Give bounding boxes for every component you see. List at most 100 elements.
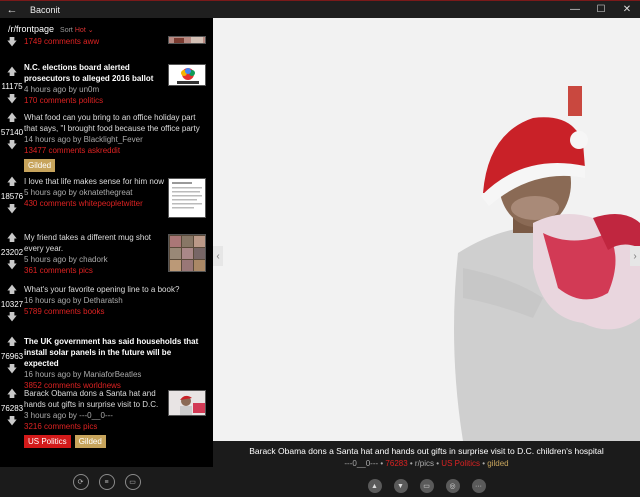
post-title[interactable]: N.C. elections board alerted prosecutors… bbox=[24, 62, 165, 84]
subreddit-title[interactable]: /r/frontpage bbox=[8, 24, 54, 34]
post-comments[interactable]: 5789 comments books bbox=[24, 306, 207, 317]
app-title: Baconit bbox=[30, 4, 61, 15]
post-score: 10327 bbox=[0, 300, 24, 309]
post-comments[interactable]: 361 comments pics bbox=[24, 265, 165, 276]
title-bar: ← Baconit — ☐ ✕ bbox=[0, 0, 640, 18]
viewer-panel: ‹ › Barack Obama dons a Santa hat and ha… bbox=[213, 18, 640, 497]
upvote-icon[interactable]: 🡅 bbox=[7, 338, 17, 348]
list-item[interactable]: 🡅 18576 🡇 I love that life makes sense for … bbox=[0, 172, 213, 228]
viewer-gilded: gilded bbox=[487, 459, 509, 468]
maximize-button[interactable]: ☐ bbox=[588, 1, 614, 18]
more-icon[interactable]: ··· bbox=[471, 479, 486, 493]
post-tags: US Politics Gilded bbox=[24, 435, 165, 448]
prev-image-button[interactable]: ‹ bbox=[213, 246, 223, 266]
vote-column: 🡅 11175 🡇 bbox=[0, 58, 24, 108]
sort-label: Sort bbox=[60, 27, 73, 34]
next-image-button[interactable]: › bbox=[630, 246, 640, 266]
gilded-badge: Gilded bbox=[74, 435, 106, 448]
downvote-icon[interactable]: 🡇 bbox=[7, 365, 17, 375]
list-item[interactable]: 🡅 76283 🡇 Barack Obama dons a Santa hat and… bbox=[0, 384, 213, 448]
caption-bar: Barack Obama dons a Santa hat and hands … bbox=[213, 441, 640, 497]
upvote-icon[interactable]: 🡅 bbox=[7, 178, 17, 188]
post-title[interactable]: My friend takes a different mug shot eve… bbox=[24, 232, 165, 254]
sort-dropdown[interactable]: Hot bbox=[75, 27, 86, 34]
post-title[interactable]: What food can you bring to an office hol… bbox=[24, 112, 207, 134]
post-meta: 5 hours ago by oknatethegreat bbox=[24, 188, 133, 197]
gilded-badge: Gilded bbox=[24, 159, 56, 172]
post-score: 57140 bbox=[0, 128, 24, 137]
globe-icon[interactable]: ◎ bbox=[445, 479, 460, 493]
downvote-icon[interactable]: 🡇 bbox=[7, 38, 17, 48]
post-thumbnail[interactable] bbox=[168, 178, 206, 218]
post-meta: 14 hours ago by Blacklight_Fever bbox=[24, 135, 143, 144]
post-title[interactable]: I love that life makes sense for him now bbox=[24, 176, 165, 187]
post-meta: 16 hours ago by Detharatsh bbox=[24, 296, 123, 305]
post-score: 18576 bbox=[0, 192, 24, 201]
downvote-icon[interactable]: 🡇 bbox=[7, 313, 17, 323]
list-item[interactable]: 🡅 10327 🡇 What's your favorite opening line… bbox=[0, 280, 213, 332]
post-score: 76963 bbox=[0, 352, 24, 361]
viewer-score: 76283 bbox=[385, 459, 408, 468]
viewer-caption: Barack Obama dons a Santa hat and hands … bbox=[249, 446, 604, 456]
post-meta: 16 hours ago by ManiaforBeatles bbox=[24, 370, 142, 379]
post-image[interactable]: ‹ › bbox=[213, 18, 640, 441]
close-button[interactable]: ✕ bbox=[614, 1, 640, 18]
viewer-subreddit[interactable]: r/pics bbox=[415, 459, 434, 468]
post-comments[interactable]: 3216 comments pics bbox=[24, 421, 165, 432]
vote-column: 🡅 10327 🡇 bbox=[0, 280, 24, 332]
list-item[interactable]: 🡅 76963 🡇 The UK government has said househ… bbox=[0, 332, 213, 390]
viewer-author[interactable]: ---0__0--- bbox=[344, 459, 378, 468]
downvote-icon[interactable]: 🡇 bbox=[7, 261, 17, 271]
post-meta: 5 hours ago by chadork bbox=[24, 255, 108, 264]
viewer-flair: US Politics bbox=[441, 459, 480, 468]
post-tags: Gilded bbox=[24, 159, 207, 172]
post-title[interactable]: The UK government has said households th… bbox=[24, 336, 207, 369]
post-comments[interactable]: 13477 comments askreddit bbox=[24, 145, 207, 156]
back-arrow-icon[interactable]: ← bbox=[0, 1, 24, 18]
list-item[interactable]: 🡅 23202 🡇 My friend takes a different mug s… bbox=[0, 228, 213, 280]
downvote-icon[interactable]: 🡇 bbox=[7, 417, 17, 427]
downvote-icon[interactable]: 🡇 bbox=[7, 95, 17, 105]
post-score: 76283 bbox=[0, 404, 24, 413]
downvote-icon[interactable]: 🡇 bbox=[7, 205, 17, 215]
left-toolbar: ⟳ ≡ ▭ bbox=[0, 467, 213, 497]
viewer-actions: ▲ ▼ ▭ ◎ ··· bbox=[213, 479, 640, 493]
vote-column: 🡇 bbox=[0, 36, 24, 58]
post-thumbnail[interactable] bbox=[168, 64, 206, 86]
vote-column: 🡅 76283 🡇 bbox=[0, 384, 24, 448]
post-meta: 3 hours ago by ---0__0--- bbox=[24, 411, 113, 420]
post-comments[interactable]: 170 comments politics bbox=[24, 95, 165, 106]
post-score: 11175 bbox=[1, 82, 23, 91]
chevron-down-icon[interactable]: ⌄ bbox=[88, 26, 94, 34]
viewer-meta: ---0__0--- • 76283 • r/pics • US Politic… bbox=[344, 459, 509, 468]
list-item[interactable]: 🡇 1749 comments aww bbox=[0, 36, 213, 58]
vote-column: 🡅 23202 🡇 bbox=[0, 228, 24, 280]
upvote-icon[interactable]: 🡅 bbox=[7, 68, 17, 78]
minimize-button[interactable]: — bbox=[562, 1, 588, 18]
post-comments[interactable]: 430 comments whitepeopletwitter bbox=[24, 198, 165, 209]
window-icon[interactable]: ▭ bbox=[124, 474, 141, 490]
downvote-icon[interactable]: ▼ bbox=[393, 479, 408, 493]
list-item[interactable]: 🡅 57140 🡇 What food can you bring to an off… bbox=[0, 108, 213, 172]
upvote-icon[interactable]: 🡅 bbox=[7, 286, 17, 296]
refresh-icon[interactable]: ⟳ bbox=[72, 474, 89, 490]
upvote-icon[interactable]: ▲ bbox=[367, 479, 382, 493]
post-score: 23202 bbox=[0, 248, 24, 257]
menu-icon[interactable]: ≡ bbox=[98, 474, 115, 490]
downvote-icon[interactable]: 🡇 bbox=[7, 141, 17, 151]
vote-column: 🡅 18576 🡇 bbox=[0, 172, 24, 228]
post-thumbnail[interactable] bbox=[168, 390, 206, 416]
feed-panel: /r/frontpage Sort Hot ⌄ 🡇 1749 comments … bbox=[0, 18, 213, 497]
upvote-icon[interactable]: 🡅 bbox=[7, 114, 17, 124]
upvote-icon[interactable]: 🡅 bbox=[7, 390, 17, 400]
upvote-icon[interactable]: 🡅 bbox=[7, 234, 17, 244]
vote-column: 🡅 76963 🡇 bbox=[0, 332, 24, 384]
flair-badge: US Politics bbox=[24, 435, 71, 448]
comment-icon[interactable]: ▭ bbox=[419, 479, 434, 493]
post-thumbnail[interactable] bbox=[168, 36, 206, 44]
list-item[interactable]: 🡅 11175 🡇 N.C. elections board alerted pros… bbox=[0, 58, 213, 108]
post-list: 🡅 11175 🡇 N.C. elections board alerted pros… bbox=[0, 58, 213, 448]
post-thumbnail[interactable] bbox=[168, 234, 206, 272]
post-title[interactable]: What's your favorite opening line to a b… bbox=[24, 284, 207, 295]
post-title[interactable]: Barack Obama dons a Santa hat and hands … bbox=[24, 388, 165, 410]
